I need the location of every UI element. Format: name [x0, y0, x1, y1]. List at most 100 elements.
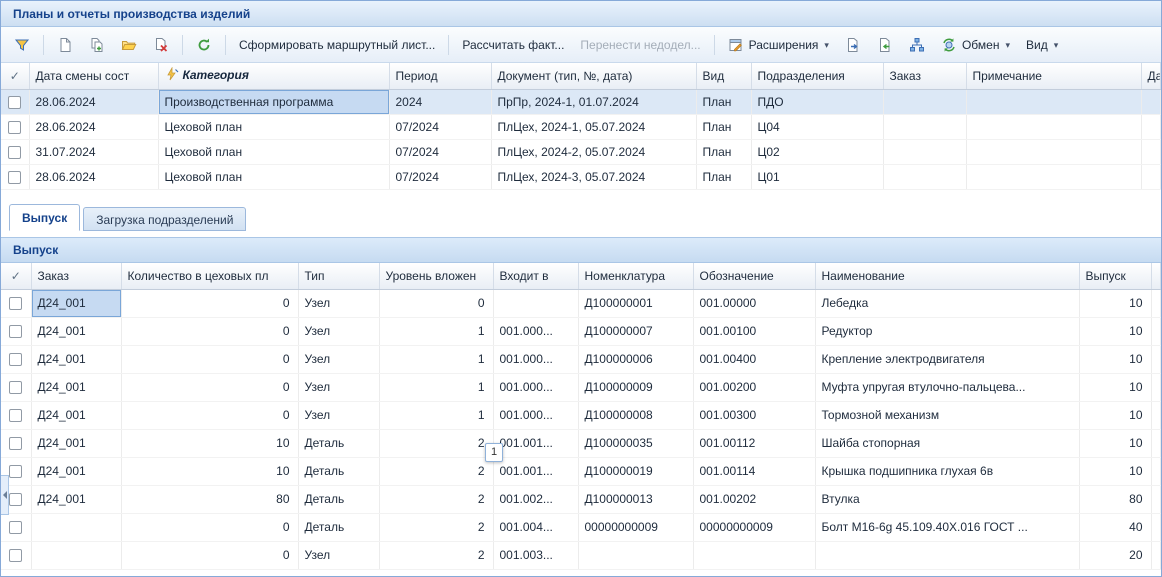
cell-output[interactable]: 10 — [1079, 373, 1151, 401]
row-checkbox[interactable] — [9, 381, 22, 394]
tab-vypusk[interactable]: Выпуск — [9, 204, 80, 231]
cell-order[interactable] — [883, 114, 966, 139]
cell-level[interactable]: 2 — [379, 541, 493, 569]
cell-designation[interactable]: 001.00112 — [693, 429, 815, 457]
row-checkbox[interactable] — [9, 437, 22, 450]
cell-designation[interactable] — [693, 541, 815, 569]
delete-document-button[interactable] — [146, 33, 176, 57]
exchange-button[interactable]: Обмен ▾ — [934, 33, 1017, 57]
row-checkbox[interactable] — [8, 171, 21, 184]
column-header-note[interactable]: Примечание — [966, 63, 1141, 89]
plan-row[interactable]: 28.06.2024 Цеховой план 07/2024 ПлЦех, 2… — [1, 164, 1161, 189]
cell-parent[interactable]: 001.001... — [493, 429, 578, 457]
row-checkbox[interactable] — [9, 549, 22, 562]
cell-division[interactable]: ПДО — [751, 89, 883, 114]
cell-designation[interactable]: 001.00400 — [693, 345, 815, 373]
view-button[interactable]: Вид ▾ — [1019, 33, 1065, 57]
cell-level[interactable]: 2 — [379, 457, 493, 485]
cell-note[interactable] — [966, 139, 1141, 164]
cell-designation[interactable]: 001.00300 — [693, 401, 815, 429]
cell-type[interactable]: Деталь — [298, 513, 379, 541]
cell-order[interactable] — [883, 139, 966, 164]
column-header-nomenclature[interactable]: Номенклатура — [578, 263, 693, 289]
cell-output[interactable]: 40 — [1079, 513, 1151, 541]
cell-nomenclature[interactable] — [578, 541, 693, 569]
column-header-designation[interactable]: Обозначение — [693, 263, 815, 289]
cell-output[interactable]: 10 — [1079, 317, 1151, 345]
cell-kind[interactable]: План — [696, 139, 751, 164]
cell-nomenclature[interactable]: Д100000007 — [578, 317, 693, 345]
cell-category[interactable]: Цеховой план — [158, 164, 389, 189]
cell-date-change[interactable]: 31.07.2024 — [29, 139, 158, 164]
cell-date[interactable] — [1141, 139, 1161, 164]
cell-name[interactable]: Шайба стопорная — [815, 429, 1079, 457]
select-column-header[interactable]: ✓ — [1, 63, 29, 89]
structure-button[interactable] — [902, 33, 932, 57]
cell-name[interactable]: Тормозной механизм — [815, 401, 1079, 429]
cell-level[interactable]: 1 — [379, 373, 493, 401]
cell-note[interactable] — [966, 114, 1141, 139]
column-header-date[interactable]: Дата — [1141, 63, 1161, 89]
cell-note[interactable] — [966, 89, 1141, 114]
cell-level[interactable]: 0 — [379, 289, 493, 317]
cell-level[interactable]: 2 — [379, 429, 493, 457]
extensions-button[interactable]: Расширения ▾ — [721, 33, 836, 57]
cell-order[interactable] — [883, 164, 966, 189]
cell-nomenclature[interactable]: Д100000006 — [578, 345, 693, 373]
column-header-name[interactable]: Наименование — [815, 263, 1079, 289]
cell-level[interactable]: 1 — [379, 345, 493, 373]
cell-output[interactable]: 10 — [1079, 345, 1151, 373]
cell-type[interactable]: Узел — [298, 289, 379, 317]
cell-note[interactable] — [966, 164, 1141, 189]
cell-date[interactable] — [1141, 164, 1161, 189]
column-header-parent[interactable]: Входит в — [493, 263, 578, 289]
cell-qty[interactable]: 0 — [121, 541, 298, 569]
cell-designation[interactable]: 001.00200 — [693, 373, 815, 401]
row-checkbox[interactable] — [8, 146, 21, 159]
column-header-order[interactable]: Заказ — [31, 263, 121, 289]
cell-type[interactable]: Узел — [298, 401, 379, 429]
cell-date-change[interactable]: 28.06.2024 — [29, 89, 158, 114]
cell-qty[interactable]: 0 — [121, 401, 298, 429]
cell-qty[interactable]: 10 — [121, 457, 298, 485]
import-button[interactable] — [870, 33, 900, 57]
new-document-button[interactable] — [50, 33, 80, 57]
cell-order[interactable]: Д24_001 — [31, 373, 121, 401]
cell-period[interactable]: 07/2024 — [389, 139, 491, 164]
output-row[interactable]: Д24_001 0 Узел 1 001.000... Д100000009 0… — [1, 373, 1161, 401]
cell-parent[interactable]: 001.000... — [493, 401, 578, 429]
column-header-qty[interactable]: Количество в цеховых пл — [121, 263, 298, 289]
cell-order[interactable]: Д24_001 — [31, 317, 121, 345]
cell-qty[interactable]: 0 — [121, 373, 298, 401]
cell-level[interactable]: 2 — [379, 513, 493, 541]
cell-nomenclature[interactable]: Д100000013 — [578, 485, 693, 513]
cell-order[interactable]: Д24_001 — [31, 345, 121, 373]
cell-nomenclature[interactable]: 00000000009 — [578, 513, 693, 541]
cell-kind[interactable]: План — [696, 89, 751, 114]
cell-output[interactable]: 20 — [1079, 541, 1151, 569]
cell-order[interactable] — [31, 513, 121, 541]
cell-parent[interactable]: 001.001... — [493, 457, 578, 485]
column-header-period[interactable]: Период — [389, 63, 491, 89]
row-checkbox[interactable] — [9, 493, 22, 506]
cell-output[interactable]: 10 — [1079, 401, 1151, 429]
column-header-type[interactable]: Тип — [298, 263, 379, 289]
cell-level[interactable]: 1 — [379, 317, 493, 345]
cell-order[interactable]: Д24_001 — [31, 289, 121, 317]
row-checkbox[interactable] — [9, 325, 22, 338]
row-checkbox[interactable] — [9, 465, 22, 478]
cell-qty[interactable]: 80 — [121, 485, 298, 513]
cell-name[interactable]: Лебедка — [815, 289, 1079, 317]
output-row[interactable]: Д24_001 0 Узел 1 001.000... Д100000007 0… — [1, 317, 1161, 345]
cell-document[interactable]: ПлЦех, 2024-1, 05.07.2024 — [491, 114, 696, 139]
cell-type[interactable]: Деталь — [298, 457, 379, 485]
cell-order[interactable] — [31, 541, 121, 569]
cell-nomenclature[interactable]: Д100000035 — [578, 429, 693, 457]
cell-order[interactable]: Д24_001 — [31, 429, 121, 457]
splitter-collapse-handle[interactable] — [1, 475, 9, 515]
cell-period[interactable]: 07/2024 — [389, 114, 491, 139]
output-row[interactable]: Д24_001 80 Деталь 2 001.002... Д10000001… — [1, 485, 1161, 513]
cell-output[interactable]: 80 — [1079, 485, 1151, 513]
cell-parent[interactable]: 001.002... — [493, 485, 578, 513]
cell-type[interactable]: Узел — [298, 345, 379, 373]
